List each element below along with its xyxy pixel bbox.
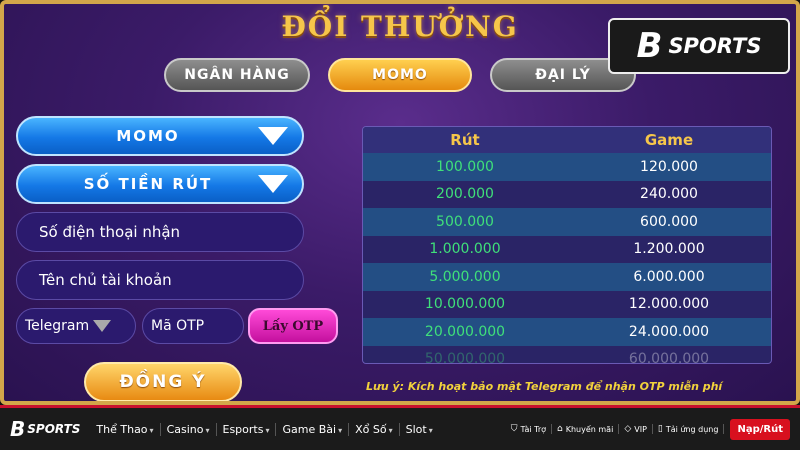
account-name-input[interactable]: Tên chủ tài khoản <box>16 260 304 300</box>
otp-channel-label: Telegram <box>25 318 90 334</box>
chevron-down-icon: ▾ <box>149 425 154 435</box>
nav-link-label: Tài Trợ <box>520 424 547 434</box>
nav-item-label: Slot <box>405 422 427 436</box>
game-value: 12.000.000 <box>628 296 710 313</box>
phone-icon: ▯ <box>657 424 663 434</box>
withdraw-value: 5.000.000 <box>429 268 501 285</box>
nav-item-label: Game Bài <box>282 422 337 436</box>
game-value: 6.000.000 <box>633 268 705 285</box>
exchange-panel: ĐỔI THƯỞNG NGÂN HÀNG MOMO ĐẠI LÝ B SPORT… <box>0 0 800 405</box>
nav-link-label: VIP <box>634 424 647 434</box>
chevron-down-icon: ▾ <box>388 425 393 435</box>
nav-brand-mark: B <box>10 417 26 441</box>
header-withdraw: Rút <box>450 131 480 149</box>
submit-button[interactable]: ĐỒNG Ý <box>84 362 242 401</box>
nav-item-label: Casino <box>166 422 204 436</box>
nav-link-app[interactable]: ▯ Tải ứng dụng <box>653 424 725 434</box>
brand-name: SPORTS <box>668 34 762 58</box>
method-select[interactable]: MOMO <box>16 116 304 156</box>
site-navbar: B SPORTS Thể Thao ▾ Casino ▾ Esports ▾ Game… <box>0 405 800 450</box>
table-header: Rút Game <box>363 127 771 153</box>
nav-brand-name: SPORTS <box>27 422 81 436</box>
sponsor-icon: ⛉ <box>510 424 518 434</box>
amount-select-label: SỐ TIỀN RÚT <box>83 175 213 193</box>
table-row: 1.000.000 1.200.000 <box>363 235 771 263</box>
phone-input[interactable]: Số điện thoại nhận <box>16 212 304 252</box>
withdraw-value: 500.000 <box>436 213 494 230</box>
nav-item-esports[interactable]: Esports ▾ <box>217 422 277 436</box>
nav-item-casino[interactable]: Casino ▾ <box>161 422 217 436</box>
nav-item-label: Thể Thao <box>96 422 148 436</box>
chevron-down-icon: ▾ <box>428 425 433 435</box>
nav-item-label: Xổ Số <box>355 422 387 436</box>
phone-placeholder: Số điện thoại nhận <box>39 223 181 241</box>
amount-select[interactable]: SỐ TIỀN RÚT <box>16 164 304 204</box>
otp-note: Lưu ý: Kích hoạt bảo mật Telegram để nhậ… <box>366 380 723 393</box>
table-row: 20.000.000 24.000.000 <box>363 318 771 346</box>
nav-logo[interactable]: B SPORTS <box>10 417 80 441</box>
nav-menu: Thể Thao ▾ Casino ▾ Esports ▾ Game Bài ▾ Xổ … <box>90 422 439 436</box>
nav-item-the-thao[interactable]: Thể Thao ▾ <box>90 422 161 436</box>
nav-item-label: Esports <box>222 422 264 436</box>
dropdown-triangle-icon <box>258 127 288 145</box>
table-row: 10.000.000 12.000.000 <box>363 290 771 318</box>
dropdown-triangle-icon <box>93 320 112 332</box>
chevron-down-icon: ▾ <box>338 425 343 435</box>
withdraw-value: 10.000.000 <box>424 296 506 313</box>
table-row: 50.000.000 60.000.000 <box>363 345 771 364</box>
tab-ngan-hang[interactable]: NGÂN HÀNG <box>164 58 310 92</box>
nav-link-sponsor[interactable]: ⛉ Tài Trợ <box>506 424 553 434</box>
tab-momo[interactable]: MOMO <box>328 58 472 92</box>
withdraw-value: 50.000.000 <box>424 351 506 364</box>
game-value: 1.200.000 <box>633 241 705 258</box>
gift-icon: ⌂ <box>557 424 563 434</box>
nav-item-slot[interactable]: Slot ▾ <box>400 423 439 436</box>
account-name-placeholder: Tên chủ tài khoản <box>39 271 172 289</box>
chevron-down-icon: ▾ <box>265 425 270 435</box>
brand-logo: B SPORTS <box>608 18 790 74</box>
otp-placeholder: Mã OTP <box>151 318 205 334</box>
header-game: Game <box>644 131 694 149</box>
game-value: 60.000.000 <box>628 351 710 364</box>
brand-mark: B <box>636 26 663 66</box>
table-row: 5.000.000 6.000.000 <box>363 263 771 291</box>
deposit-withdraw-button[interactable]: Nạp/Rút <box>730 418 790 440</box>
nav-link-vip[interactable]: ◇ VIP <box>619 424 653 434</box>
get-otp-button[interactable]: Lấy OTP <box>248 308 338 344</box>
exchange-rate-table: Rút Game 100.000 120.000 200.000 240.000 5… <box>362 126 772 364</box>
withdraw-value: 100.000 <box>436 158 494 175</box>
withdraw-value: 200.000 <box>436 186 494 203</box>
otp-channel-select[interactable]: Telegram <box>16 308 136 344</box>
game-value: 600.000 <box>640 213 698 230</box>
nav-right-links: ⛉ Tài Trợ ⌂ Khuyến mãi ◇ VIP ▯ Tải ứng dụng … <box>506 418 790 440</box>
nav-item-game-bai[interactable]: Game Bài ▾ <box>276 422 350 436</box>
table-row: 200.000 240.000 <box>363 180 771 208</box>
dropdown-triangle-icon <box>258 175 288 193</box>
nav-link-promo[interactable]: ⌂ Khuyến mãi <box>552 424 620 434</box>
nav-link-label: Tải ứng dụng <box>665 424 719 434</box>
withdraw-value: 1.000.000 <box>429 241 501 258</box>
game-value: 24.000.000 <box>628 323 710 340</box>
method-select-label: MOMO <box>116 127 180 145</box>
game-value: 240.000 <box>640 186 698 203</box>
table-row: 500.000 600.000 <box>363 208 771 236</box>
diamond-icon: ◇ <box>624 424 632 434</box>
game-value: 120.000 <box>640 158 698 175</box>
table-row: 100.000 120.000 <box>363 153 771 181</box>
withdraw-value: 20.000.000 <box>424 323 506 340</box>
nav-link-label: Khuyến mãi <box>565 424 614 434</box>
nav-item-xo-so[interactable]: Xổ Số ▾ <box>349 422 400 436</box>
chevron-down-icon: ▾ <box>205 425 210 435</box>
otp-input[interactable]: Mã OTP <box>142 308 244 344</box>
